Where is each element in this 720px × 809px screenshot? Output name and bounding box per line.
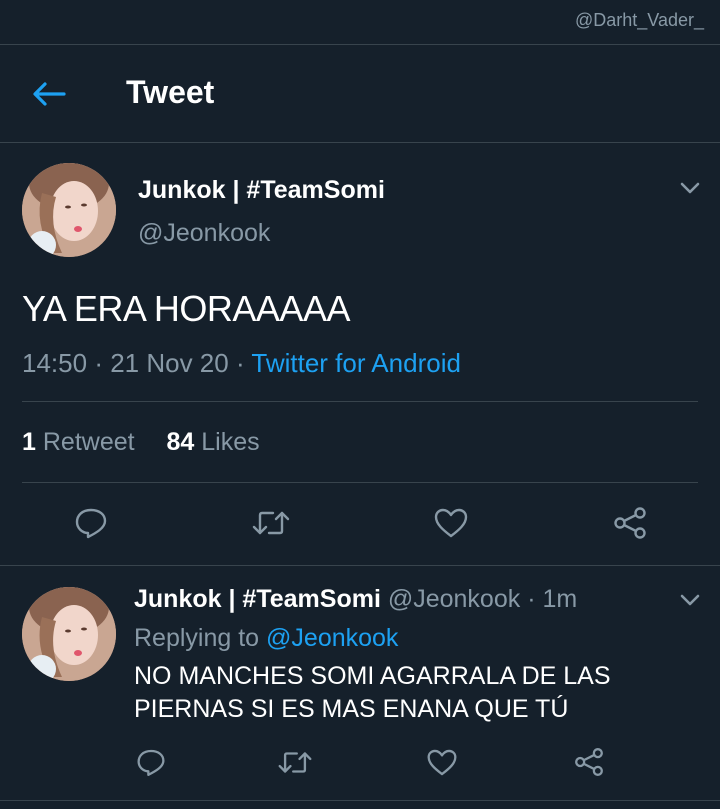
retweet-button[interactable] [251,508,291,538]
replying-to-handle[interactable]: @Jeonkook [266,624,398,652]
retweet-icon [278,752,312,773]
retweets-count: 1 [22,428,36,456]
tweet-stats: 1 Retweet 84 Likes [22,428,260,457]
share-icon [575,748,603,776]
replying-to: Replying to @Jeonkook [134,624,398,653]
divider [22,401,698,402]
reply-icon [75,508,107,539]
share-icon [614,507,646,539]
reply-icon [137,749,165,776]
watermark: @Darht_Vader_ [574,10,704,30]
retweets-label: Retweet [42,428,135,456]
avatar-image [22,163,116,257]
author-name[interactable]: Junkok | #TeamSomi [138,176,385,205]
tweet-date: 21 Nov 20 [110,348,229,378]
reply-reply-button[interactable] [136,748,166,777]
reply-age: 1m [542,585,578,613]
chevron-down-icon [680,182,700,194]
back-arrow-icon [33,82,66,106]
divider [22,482,698,483]
page-title: Tweet [126,74,215,110]
divider [0,142,720,143]
like-icon [434,508,468,538]
reply-menu-button[interactable] [679,593,701,607]
separator-dot: · [520,585,543,613]
tweet-time: 14:50 [22,348,88,378]
separator-dot: · [94,348,111,378]
reply-text: NO MANCHES SOMI AGARRALA DE LAS PIERNAS … [134,662,611,723]
tweet-menu-button[interactable] [679,181,701,195]
avatar[interactable] [22,163,116,257]
likes-count: 84 [166,428,195,456]
reply-header: Junkok | #TeamSomi @Jeonkook · 1m [134,585,577,614]
reply-like-button[interactable] [426,748,458,777]
likes-stat[interactable]: 84 Likes [166,428,259,456]
divider [0,565,720,566]
tweet-source-link[interactable]: Twitter for Android [251,348,461,378]
reply-author-name[interactable]: Junkok | #TeamSomi [134,585,381,613]
share-button[interactable] [612,506,648,540]
like-button[interactable] [433,507,469,539]
tweet-text: YA ERA HORAAAAA [22,288,350,329]
avatar-image [22,587,116,681]
separator-dot: · [235,348,252,378]
avatar[interactable] [22,587,116,681]
divider [0,44,720,45]
replying-to-label: Replying to [134,624,260,652]
reply-author-handle[interactable]: @Jeonkook [388,585,520,613]
likes-label: Likes [201,428,260,456]
divider [0,800,720,801]
reply-button[interactable] [74,507,108,539]
tweet-meta: 14:50 · 21 Nov 20 · Twitter for Android [22,348,461,379]
like-icon [427,749,457,776]
reply-retweet-button[interactable] [277,749,313,776]
retweets-stat[interactable]: 1 Retweet [22,428,135,456]
author-handle[interactable]: @Jeonkook [138,219,270,248]
retweet-icon [252,511,290,535]
chevron-down-icon [680,594,700,606]
reply-share-button[interactable] [573,747,605,777]
back-button[interactable] [30,80,66,108]
